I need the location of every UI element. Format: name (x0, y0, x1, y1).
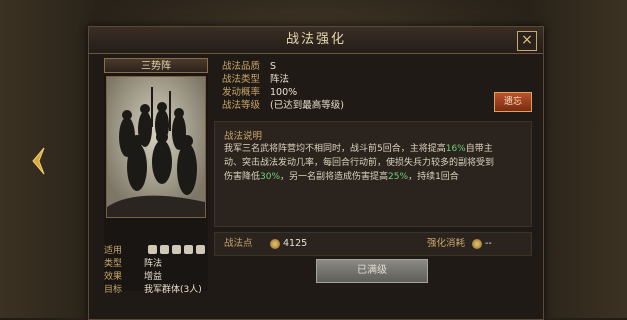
card-row-effect: 效果 增益 (104, 272, 163, 282)
tactic-upgrade-dialog: 战法强化 × 三势阵 适用 类型 阵法 效果 增益 目标 我军群体(3人) 战法… (88, 26, 544, 320)
type-row: 战法类型 阵法 (222, 74, 290, 85)
background-left (0, 0, 95, 318)
shield-icon (160, 245, 169, 254)
bow-icon (172, 245, 181, 254)
coin-icon (472, 239, 482, 249)
siege-icon (196, 245, 205, 254)
cost-bar: 战法点 4125 强化消耗 -- (214, 232, 532, 256)
tactic-info: 战法品质 S 战法类型 阵法 发动概率 100% 战法等级 (已达到最高等级) (214, 58, 532, 116)
forget-button[interactable]: 遗忘 (494, 92, 532, 112)
enhance-cost-value: -- (485, 238, 492, 249)
rate-row: 发动概率 100% (222, 87, 298, 98)
max-level-button[interactable]: 已满级 (316, 259, 428, 283)
close-icon[interactable]: × (517, 31, 537, 51)
tactic-artwork (106, 76, 206, 218)
points-value: 4125 (283, 238, 308, 249)
description-box: 战法说明 我军三名武将阵营均不相同时，战斗前5回合，主将提高16%自带主 动、突… (214, 121, 532, 227)
level-row: 战法等级 (已达到最高等级) (222, 100, 344, 111)
description-title: 战法说明 (224, 131, 263, 142)
tactic-name: 三势阵 (104, 58, 208, 73)
cavalry-icon (148, 245, 157, 254)
description-text: 我军三名武将阵营均不相同时，战斗前5回合，主将提高16%自带主 动、突击战法发动… (224, 144, 495, 182)
card-row-apply: 适用 (104, 246, 123, 256)
dialog-titlebar: 战法强化 × (89, 27, 543, 54)
quality-row: 战法品质 S (222, 61, 277, 72)
left-arrow-icon[interactable] (30, 146, 46, 176)
card-row-type: 类型 阵法 (104, 259, 163, 269)
spear-icon (184, 245, 193, 254)
tactic-card: 三势阵 适用 类型 阵法 效果 增益 目标 我军群体(3人) (104, 58, 208, 295)
card-row-target: 目标 我军群体(3人) (104, 285, 202, 295)
enhance-cost-label: 强化消耗 (427, 238, 466, 249)
unit-type-icons (148, 245, 205, 257)
dialog-title: 战法强化 (285, 32, 346, 47)
background-right (532, 0, 627, 318)
coin-icon (270, 239, 280, 249)
points-label: 战法点 (224, 238, 253, 249)
